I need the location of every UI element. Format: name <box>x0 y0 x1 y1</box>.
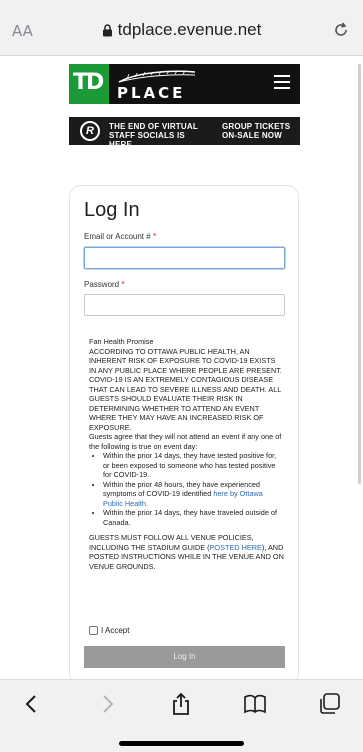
password-field[interactable] <box>84 294 285 316</box>
accept-label: I Accept <box>101 626 130 635</box>
list-item: Within the prior 14 days, they have trav… <box>103 508 284 527</box>
redblacks-logo: R <box>80 121 100 141</box>
site-header: TD PLACE <box>69 64 300 104</box>
lock-icon <box>102 24 112 37</box>
email-field[interactable] <box>84 247 285 269</box>
promise-heading: Fan Health Promise <box>89 337 154 346</box>
promise-agree: Guests agree that they will not attend a… <box>89 432 282 451</box>
forward-icon[interactable] <box>95 692 119 716</box>
email-label: Email or Account # * <box>84 232 157 241</box>
bookmarks-icon[interactable] <box>243 692 267 716</box>
td-logo-text: TD <box>73 70 104 95</box>
banner-headline: THE END OF VIRTUAL STAFF SOCIALS IS HERE… <box>109 122 198 149</box>
login-button[interactable]: Log In <box>84 646 285 668</box>
accept-checkbox[interactable] <box>89 626 98 635</box>
reload-icon[interactable] <box>331 20 351 40</box>
td-logo[interactable]: TD <box>69 64 109 104</box>
page-scrollbar[interactable] <box>358 64 361 484</box>
accept-row[interactable]: I Accept <box>89 626 129 635</box>
place-logo-text: PLACE <box>117 84 186 102</box>
promise-list: Within the prior 14 days, they have test… <box>103 451 284 527</box>
stadium-roof-logo <box>118 70 196 83</box>
back-icon[interactable] <box>20 692 44 716</box>
menu-icon[interactable] <box>274 75 290 91</box>
home-indicator[interactable] <box>119 741 244 746</box>
promo-banner[interactable]: R THE END OF VIRTUAL STAFF SOCIALS IS HE… <box>69 117 300 149</box>
policy-text: GUESTS MUST FOLLOW ALL VENUE POLICIES, I… <box>89 533 284 571</box>
share-icon[interactable] <box>169 692 193 716</box>
banner-cta: GROUP TICKETS ON-SALE NOW <box>222 122 291 140</box>
url-field[interactable]: tdplace.evenue.net <box>0 20 363 40</box>
browser-address-bar: AA tdplace.evenue.net <box>0 0 363 56</box>
page-title: Log In <box>84 199 140 221</box>
stadium-guide-link[interactable]: POSTED HERE <box>210 543 262 552</box>
password-label: Password * <box>84 280 125 289</box>
list-item: Within the prior 14 days, they have test… <box>103 451 284 480</box>
url-text: tdplace.evenue.net <box>117 20 262 39</box>
promise-intro: ACCORDING TO OTTAWA PUBLIC HEALTH, AN IN… <box>89 346 282 432</box>
tabs-icon[interactable] <box>318 692 342 716</box>
fan-health-promise: Fan Health Promise ACCORDING TO OTTAWA P… <box>89 337 284 571</box>
list-item: Within the prior 48 hours, they have exp… <box>103 480 284 509</box>
